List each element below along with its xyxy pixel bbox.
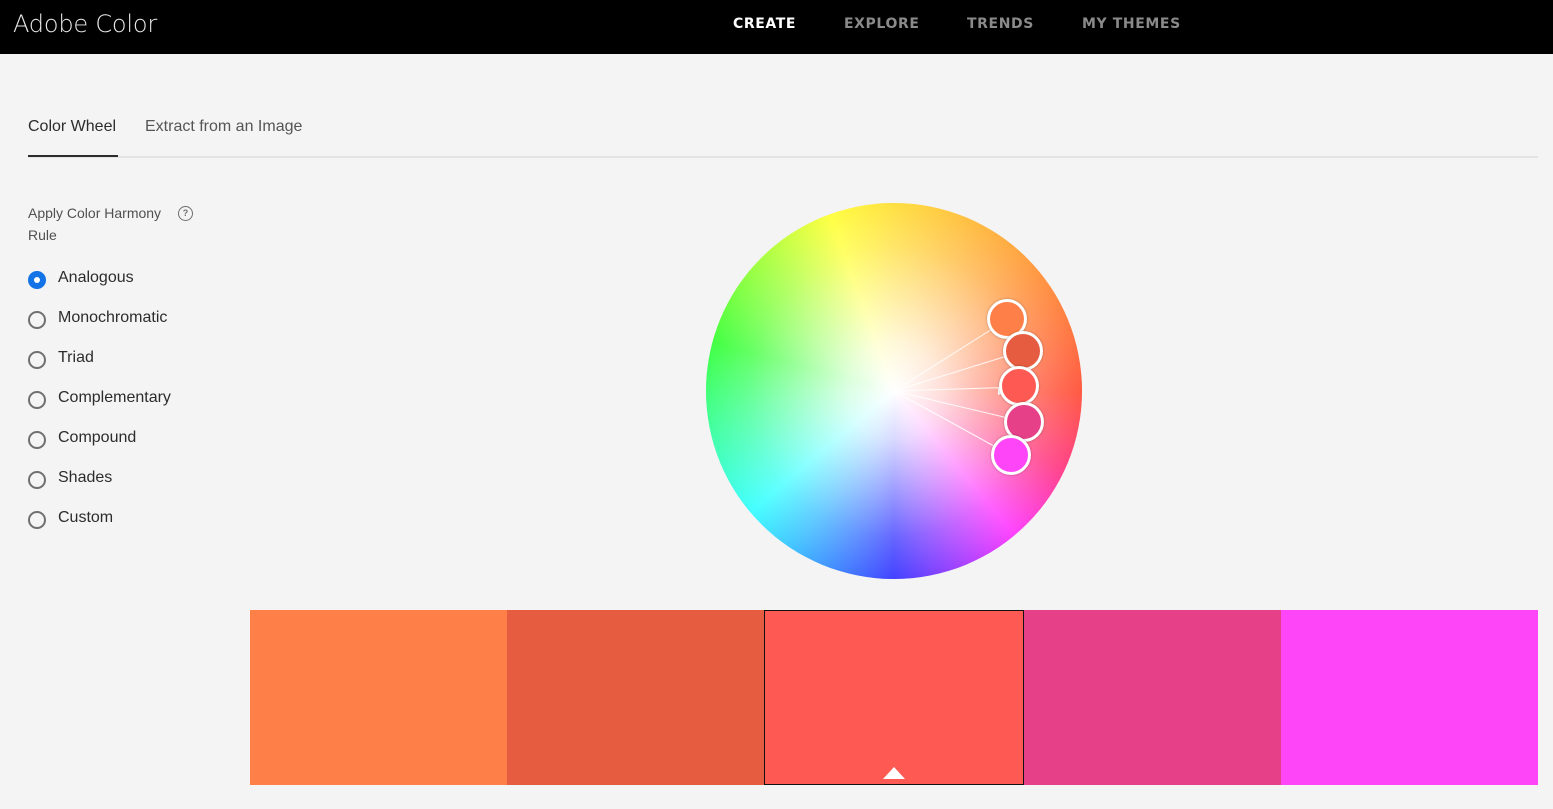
color-swatches: [250, 610, 1538, 785]
rule-label: Shades: [58, 469, 113, 486]
radio-icon[interactable]: [28, 391, 46, 409]
radio-selected-icon[interactable]: [28, 271, 46, 289]
rule-label: Triad: [58, 349, 94, 366]
radio-icon[interactable]: [28, 511, 46, 529]
radio-icon[interactable]: [28, 351, 46, 369]
nav-my-themes[interactable]: MY THEMES: [1082, 16, 1181, 32]
rule-label: Monochromatic: [58, 309, 168, 326]
rule-label: Analogous: [58, 269, 134, 286]
nav-trends[interactable]: TRENDS: [967, 16, 1034, 32]
rule-label: Custom: [58, 509, 114, 526]
color-wheel[interactable]: [706, 203, 1082, 579]
swatch-1[interactable]: [250, 610, 507, 785]
base-color-indicator-icon: [883, 767, 905, 779]
color-handle-5[interactable]: [991, 435, 1031, 475]
rule-label: Complementary: [58, 389, 171, 406]
swatch-4[interactable]: [1024, 610, 1281, 785]
swatch-3-selected[interactable]: [764, 610, 1024, 785]
swatch-5[interactable]: [1281, 610, 1538, 785]
radio-icon[interactable]: [28, 311, 46, 329]
question-circle-icon[interactable]: ?: [178, 206, 193, 221]
tab-extract-from-image[interactable]: Extract from an Image: [145, 118, 302, 136]
main-nav: CREATE EXPLORE TRENDS MY THEMES: [0, 16, 1553, 36]
tab-color-wheel[interactable]: Color Wheel: [28, 118, 116, 136]
nav-create[interactable]: CREATE: [733, 16, 796, 32]
tabs-divider: [28, 156, 1538, 158]
harmony-rule-label: Apply Color Harmony Rule: [28, 205, 162, 243]
create-tabs: Color Wheel Extract from an Image: [28, 118, 1538, 158]
color-handle-2[interactable]: [1003, 331, 1043, 371]
rule-label: Compound: [58, 429, 137, 446]
swatch-2[interactable]: [507, 610, 764, 785]
radio-icon[interactable]: [28, 471, 46, 489]
nav-explore[interactable]: EXPLORE: [844, 16, 920, 32]
top-bar: Adobe Color CREATE EXPLORE TRENDS MY THE…: [0, 0, 1553, 54]
color-handle-3[interactable]: [999, 366, 1039, 406]
radio-icon[interactable]: [28, 431, 46, 449]
active-tab-indicator: [28, 155, 118, 157]
